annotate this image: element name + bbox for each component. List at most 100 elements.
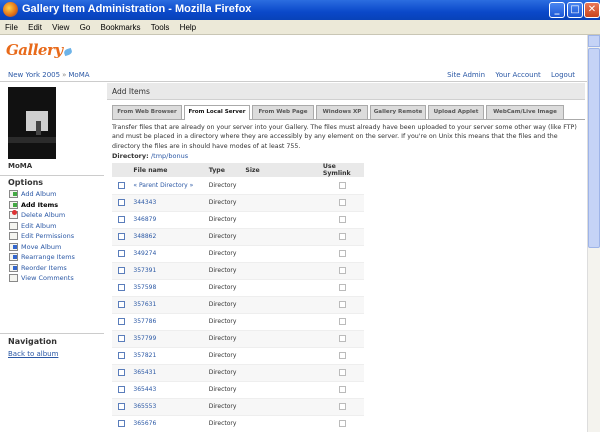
site-admin-link[interactable]: Site Admin <box>447 71 485 79</box>
use-symlink-checkbox[interactable] <box>338 318 346 325</box>
menu-help[interactable]: Help <box>180 20 196 35</box>
edit-icon <box>8 221 18 230</box>
sidebar-item-edit-permissions[interactable]: Edit Permissions <box>8 231 74 241</box>
select-checkbox[interactable] <box>118 233 126 240</box>
your-account-link[interactable]: Your Account <box>495 71 540 79</box>
use-symlink-checkbox[interactable] <box>338 301 346 308</box>
select-cell <box>112 279 132 297</box>
panel-header: Add Items <box>107 83 585 100</box>
tab-upload-applet[interactable]: Upload Applet <box>428 105 484 119</box>
use-symlink-checkbox[interactable] <box>338 216 346 223</box>
select-checkbox[interactable] <box>118 267 126 274</box>
select-checkbox[interactable] <box>118 301 126 308</box>
navigation-heading: Navigation <box>8 337 57 346</box>
file-name-cell: 349274 <box>131 245 207 263</box>
select-checkbox[interactable] <box>118 250 126 257</box>
use-symlink-checkbox[interactable] <box>338 420 346 427</box>
sidebar-item-move-album[interactable]: Move Album <box>8 242 61 252</box>
use-symlink-checkbox[interactable] <box>338 335 346 342</box>
select-checkbox[interactable] <box>118 386 126 393</box>
file-name-link[interactable]: 365443 <box>133 386 156 393</box>
select-checkbox[interactable] <box>118 352 126 359</box>
use-symlink-checkbox[interactable] <box>338 233 346 240</box>
column-header-size: Size <box>243 163 321 177</box>
file-name-link[interactable]: 357799 <box>133 335 156 342</box>
vertical-scrollbar[interactable] <box>587 35 600 432</box>
file-name-link[interactable]: 365676 <box>133 420 156 427</box>
tab-webcam-live-image[interactable]: WebCam/Live Image <box>486 105 564 119</box>
select-checkbox[interactable] <box>118 284 126 291</box>
use-symlink-checkbox[interactable] <box>338 267 346 274</box>
use-symlink-checkbox[interactable] <box>338 352 346 359</box>
select-checkbox[interactable] <box>118 181 126 189</box>
select-checkbox[interactable] <box>118 420 126 427</box>
sidebar-item-reorder-items[interactable]: Reorder Items <box>8 263 67 273</box>
file-name-link[interactable]: 365431 <box>133 369 156 376</box>
select-checkbox[interactable] <box>118 216 126 223</box>
symlink-cell <box>320 279 364 297</box>
gallery-logo[interactable]: Gallery <box>6 41 73 59</box>
tab-windows-xp[interactable]: Windows XP <box>316 105 368 119</box>
file-size-cell <box>243 347 321 365</box>
scrollbar-thumb[interactable] <box>588 48 600 248</box>
table-row: 357631 Directory <box>112 296 364 314</box>
close-button[interactable]: ✕ <box>584 2 600 18</box>
use-symlink-checkbox[interactable] <box>338 199 346 206</box>
sidebar-item-edit-album[interactable]: Edit Album <box>8 221 56 231</box>
sidebar-item-add-items[interactable]: Add Items <box>8 200 58 210</box>
breadcrumb-item[interactable]: MoMA <box>68 71 89 79</box>
menu-file[interactable]: File <box>5 20 18 35</box>
menu-go[interactable]: Go <box>80 20 91 35</box>
select-checkbox[interactable] <box>118 318 126 325</box>
directory-path-link[interactable]: /tmp/bonus <box>151 152 188 160</box>
use-symlink-checkbox[interactable] <box>338 403 346 410</box>
breadcrumb-item[interactable]: New York 2005 <box>8 71 60 79</box>
file-name-link[interactable]: 344343 <box>133 199 156 206</box>
add-items-icon <box>8 200 18 209</box>
symlink-cell <box>320 228 364 246</box>
sidebar-item-delete-album[interactable]: Delete Album <box>8 210 65 220</box>
maximize-button[interactable]: □ <box>567 2 583 18</box>
file-type-cell: Directory <box>206 313 244 331</box>
file-name-link[interactable]: « Parent Directory » <box>133 182 193 189</box>
file-name-link[interactable]: 357786 <box>133 318 156 325</box>
use-symlink-checkbox[interactable] <box>338 369 346 376</box>
symlink-cell <box>320 415 364 432</box>
file-name-link[interactable]: 357631 <box>133 301 156 308</box>
file-name-link[interactable]: 357391 <box>133 267 156 274</box>
back-to-album-link[interactable]: Back to album <box>8 350 58 358</box>
sidebar-item-view-comments[interactable]: View Comments <box>8 273 74 283</box>
move-icon <box>8 242 18 251</box>
select-checkbox[interactable] <box>118 369 126 376</box>
album-thumbnail[interactable] <box>8 87 56 159</box>
sidebar-item-rearrange-items[interactable]: Rearrange Items <box>8 252 75 262</box>
tab-from-web-browser[interactable]: From Web Browser <box>112 105 182 119</box>
file-name-link[interactable]: 365553 <box>133 403 156 410</box>
use-symlink-checkbox[interactable] <box>338 386 346 393</box>
use-symlink-checkbox[interactable] <box>338 284 346 291</box>
use-symlink-checkbox[interactable] <box>338 181 346 189</box>
menu-view[interactable]: View <box>52 20 69 35</box>
use-symlink-checkbox[interactable] <box>338 250 346 257</box>
menu-bookmarks[interactable]: Bookmarks <box>101 20 141 35</box>
file-name-link[interactable]: 348862 <box>133 233 156 240</box>
file-name-link[interactable]: 349274 <box>133 250 156 257</box>
scroll-up-arrow-icon[interactable] <box>588 35 600 47</box>
tab-from-web-page[interactable]: From Web Page <box>252 105 314 119</box>
sidebar-item-add-album[interactable]: Add Album <box>8 189 56 199</box>
thumbnail-floor <box>8 137 56 143</box>
select-checkbox[interactable] <box>118 199 126 206</box>
tab-gallery-remote[interactable]: Gallery Remote <box>370 105 426 119</box>
column-header-file-name: File name <box>131 163 207 177</box>
menu-tools[interactable]: Tools <box>151 20 170 35</box>
select-checkbox[interactable] <box>118 335 126 342</box>
logout-link[interactable]: Logout <box>551 71 575 79</box>
file-name-cell: 365553 <box>131 398 207 416</box>
select-checkbox[interactable] <box>118 403 126 410</box>
file-name-link[interactable]: 346879 <box>133 216 156 223</box>
tab-from-local-server[interactable]: From Local Server <box>184 105 250 120</box>
file-name-link[interactable]: 357598 <box>133 284 156 291</box>
menu-edit[interactable]: Edit <box>28 20 42 35</box>
minimize-button[interactable]: _ <box>549 2 565 18</box>
file-name-link[interactable]: 357821 <box>133 352 156 359</box>
